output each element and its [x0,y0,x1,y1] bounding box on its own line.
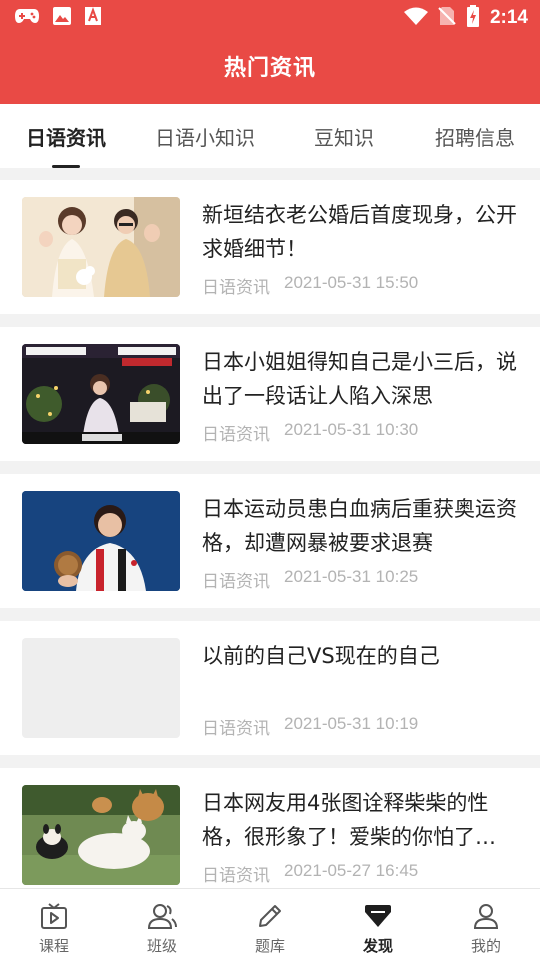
article-date: 2021-05-31 15:50 [284,273,419,292]
article-card[interactable]: 新垣结衣老公婚后首度现身，公开求婚细节！ 日语资讯 2021-05-31 15:… [0,180,540,314]
tab-trivia[interactable]: 豆知识 [278,104,410,168]
nav-label: 班级 [146,937,177,955]
gamepad-icon [14,7,40,29]
tab-label: 日语小知识 [155,125,255,150]
tab-label: 招聘信息 [435,125,515,150]
article-title: 日本网友用4张图诠释柴柴的性格，很形象了！爱柴的你怕了… [202,791,496,849]
app-a-icon [84,6,102,30]
nav-item-discover[interactable]: 发现 [324,889,432,960]
nav-item-courses[interactable]: 课程 [0,889,108,960]
category-tabs: 日语资讯 日语小知识 豆知识 招聘信息 [0,104,540,168]
user-icon [471,901,501,931]
article-category: 日语资讯 [202,278,270,297]
tab-label: 日语资讯 [26,125,106,150]
article-category: 日语资讯 [202,425,270,444]
status-bar: 2:14 [0,0,540,36]
tab-label: 豆知识 [314,125,374,150]
bottom-nav: 课程 班级 题库 发现 我的 [0,888,540,960]
play-screen-icon [39,901,69,931]
no-sim-icon [438,6,456,30]
article-title: 日本小姐姐得知自己是小三后，说出了一段话让人陷入深思 [202,350,517,408]
article-date: 2021-05-31 10:19 [284,714,419,733]
article-card[interactable]: 以前的自己VS现在的自己 日语资讯 2021-05-31 10:19 [0,621,540,755]
image-icon [52,6,72,30]
article-card[interactable]: 日本小姐姐得知自己是小三后，说出了一段话让人陷入深思 日语资讯 2021-05-… [0,327,540,461]
article-thumbnail [22,785,180,885]
article-meta: 日语资讯 2021-05-27 16:45 [202,861,418,886]
nav-label: 题库 [254,937,285,955]
article-date: 2021-05-31 10:25 [284,567,419,586]
wifi-icon [403,7,428,29]
nav-item-class[interactable]: 班级 [108,889,216,960]
nav-label: 课程 [38,937,69,955]
article-thumbnail [22,197,180,297]
article-date: 2021-05-31 10:30 [284,420,419,439]
nav-item-mine[interactable]: 我的 [432,889,540,960]
diamond-icon [363,901,393,931]
article-date: 2021-05-27 16:45 [284,861,419,880]
article-card[interactable]: 日本网友用4张图诠释柴柴的性格，很形象了！爱柴的你怕了… 日语资讯 2021-0… [0,768,540,902]
article-title: 以前的自己VS现在的自己 [202,644,440,668]
article-category: 日语资讯 [202,719,270,738]
tab-active-indicator [52,165,80,168]
article-category: 日语资讯 [202,866,270,885]
article-thumbnail [22,491,180,591]
nav-label: 我的 [470,937,501,955]
top-bar: 2:14 热门资讯 [0,0,540,104]
article-thumbnail [22,344,180,444]
nav-label: 发现 [362,937,393,955]
article-meta: 日语资讯 2021-05-31 10:19 [202,714,418,739]
article-title: 新垣结衣老公婚后首度现身，公开求婚细节！ [202,203,517,261]
tab-jobs[interactable]: 招聘信息 [410,104,540,168]
article-meta: 日语资讯 2021-05-31 15:50 [202,273,418,298]
article-title: 日本运动员患白血病后重获奥运资格，却遭网暴被要求退赛 [202,497,517,555]
status-time: 2:14 [489,7,528,28]
article-thumbnail-placeholder [22,638,180,738]
tab-japanese-tips[interactable]: 日语小知识 [132,104,278,168]
pencil-icon [255,901,285,931]
users-icon [147,901,177,931]
tab-japanese-news[interactable]: 日语资讯 [0,104,132,168]
article-meta: 日语资讯 2021-05-31 10:30 [202,420,418,445]
article-card[interactable]: 日本运动员患白血病后重获奥运资格，却遭网暴被要求退赛 日语资讯 2021-05-… [0,474,540,608]
article-meta: 日语资讯 2021-05-31 10:25 [202,567,418,592]
article-category: 日语资讯 [202,572,270,591]
battery-icon [466,5,480,31]
nav-item-question-bank[interactable]: 题库 [216,889,324,960]
page-title: 热门资讯 [223,56,316,81]
